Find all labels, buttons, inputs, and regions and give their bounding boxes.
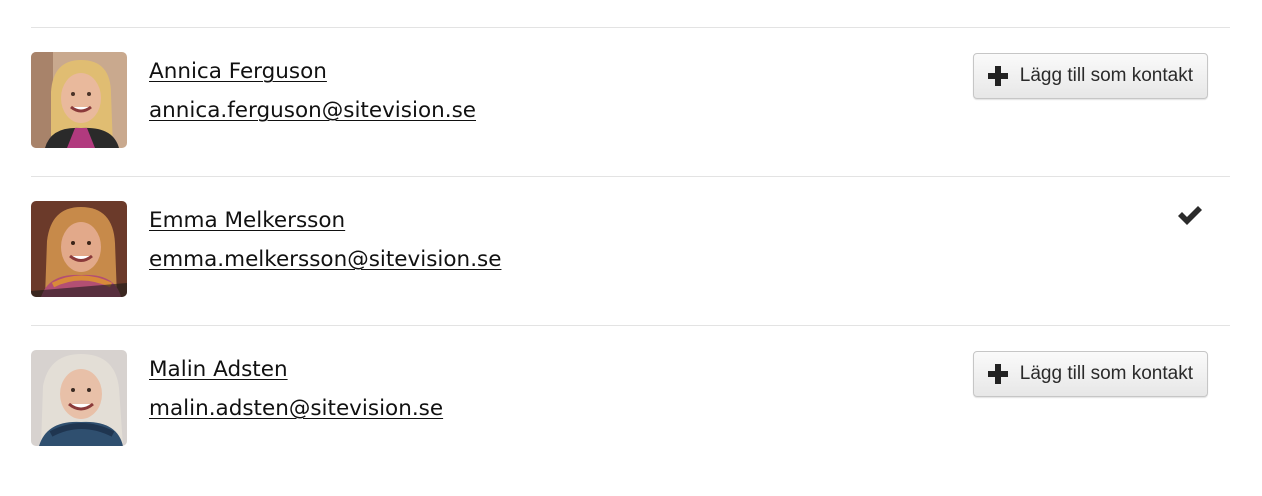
avatar-photo	[31, 350, 127, 446]
add-contact-button[interactable]: Lägg till som kontakt	[972, 351, 1208, 397]
contact-info: Emma Melkersson emma.melkersson@sitevisi…	[149, 207, 501, 274]
contact-row: Malin Adsten malin.adsten@sitevision.se …	[31, 325, 1230, 474]
avatar[interactable]	[31, 350, 127, 446]
plus-icon	[987, 66, 1008, 86]
avatar[interactable]	[31, 52, 127, 148]
contact-row: Emma Melkersson emma.melkersson@sitevisi…	[31, 176, 1230, 325]
add-contact-label: Lägg till som kontakt	[1019, 363, 1193, 384]
contact-info: Malin Adsten malin.adsten@sitevision.se	[149, 356, 443, 423]
contact-name-link[interactable]: Emma Melkersson	[149, 207, 501, 235]
contact-email-link[interactable]: malin.adsten@sitevision.se	[149, 395, 443, 423]
contact-list: Annica Ferguson annica.ferguson@sitevisi…	[31, 27, 1230, 474]
contact-email-link[interactable]: emma.melkersson@sitevision.se	[149, 246, 501, 274]
checkmark-icon	[1178, 206, 1202, 225]
avatar-photo	[31, 52, 127, 148]
add-contact-button[interactable]: Lägg till som kontakt	[972, 53, 1208, 99]
contact-name-link[interactable]: Malin Adsten	[149, 356, 443, 384]
avatar-photo	[31, 201, 127, 297]
contact-name-link[interactable]: Annica Ferguson	[149, 58, 476, 86]
contact-email-link[interactable]: annica.ferguson@sitevision.se	[149, 97, 476, 125]
contact-row: Annica Ferguson annica.ferguson@sitevisi…	[31, 27, 1230, 176]
plus-icon	[987, 364, 1008, 384]
avatar[interactable]	[31, 201, 127, 297]
add-contact-label: Lägg till som kontakt	[1019, 65, 1193, 86]
contact-info: Annica Ferguson annica.ferguson@sitevisi…	[149, 58, 476, 125]
